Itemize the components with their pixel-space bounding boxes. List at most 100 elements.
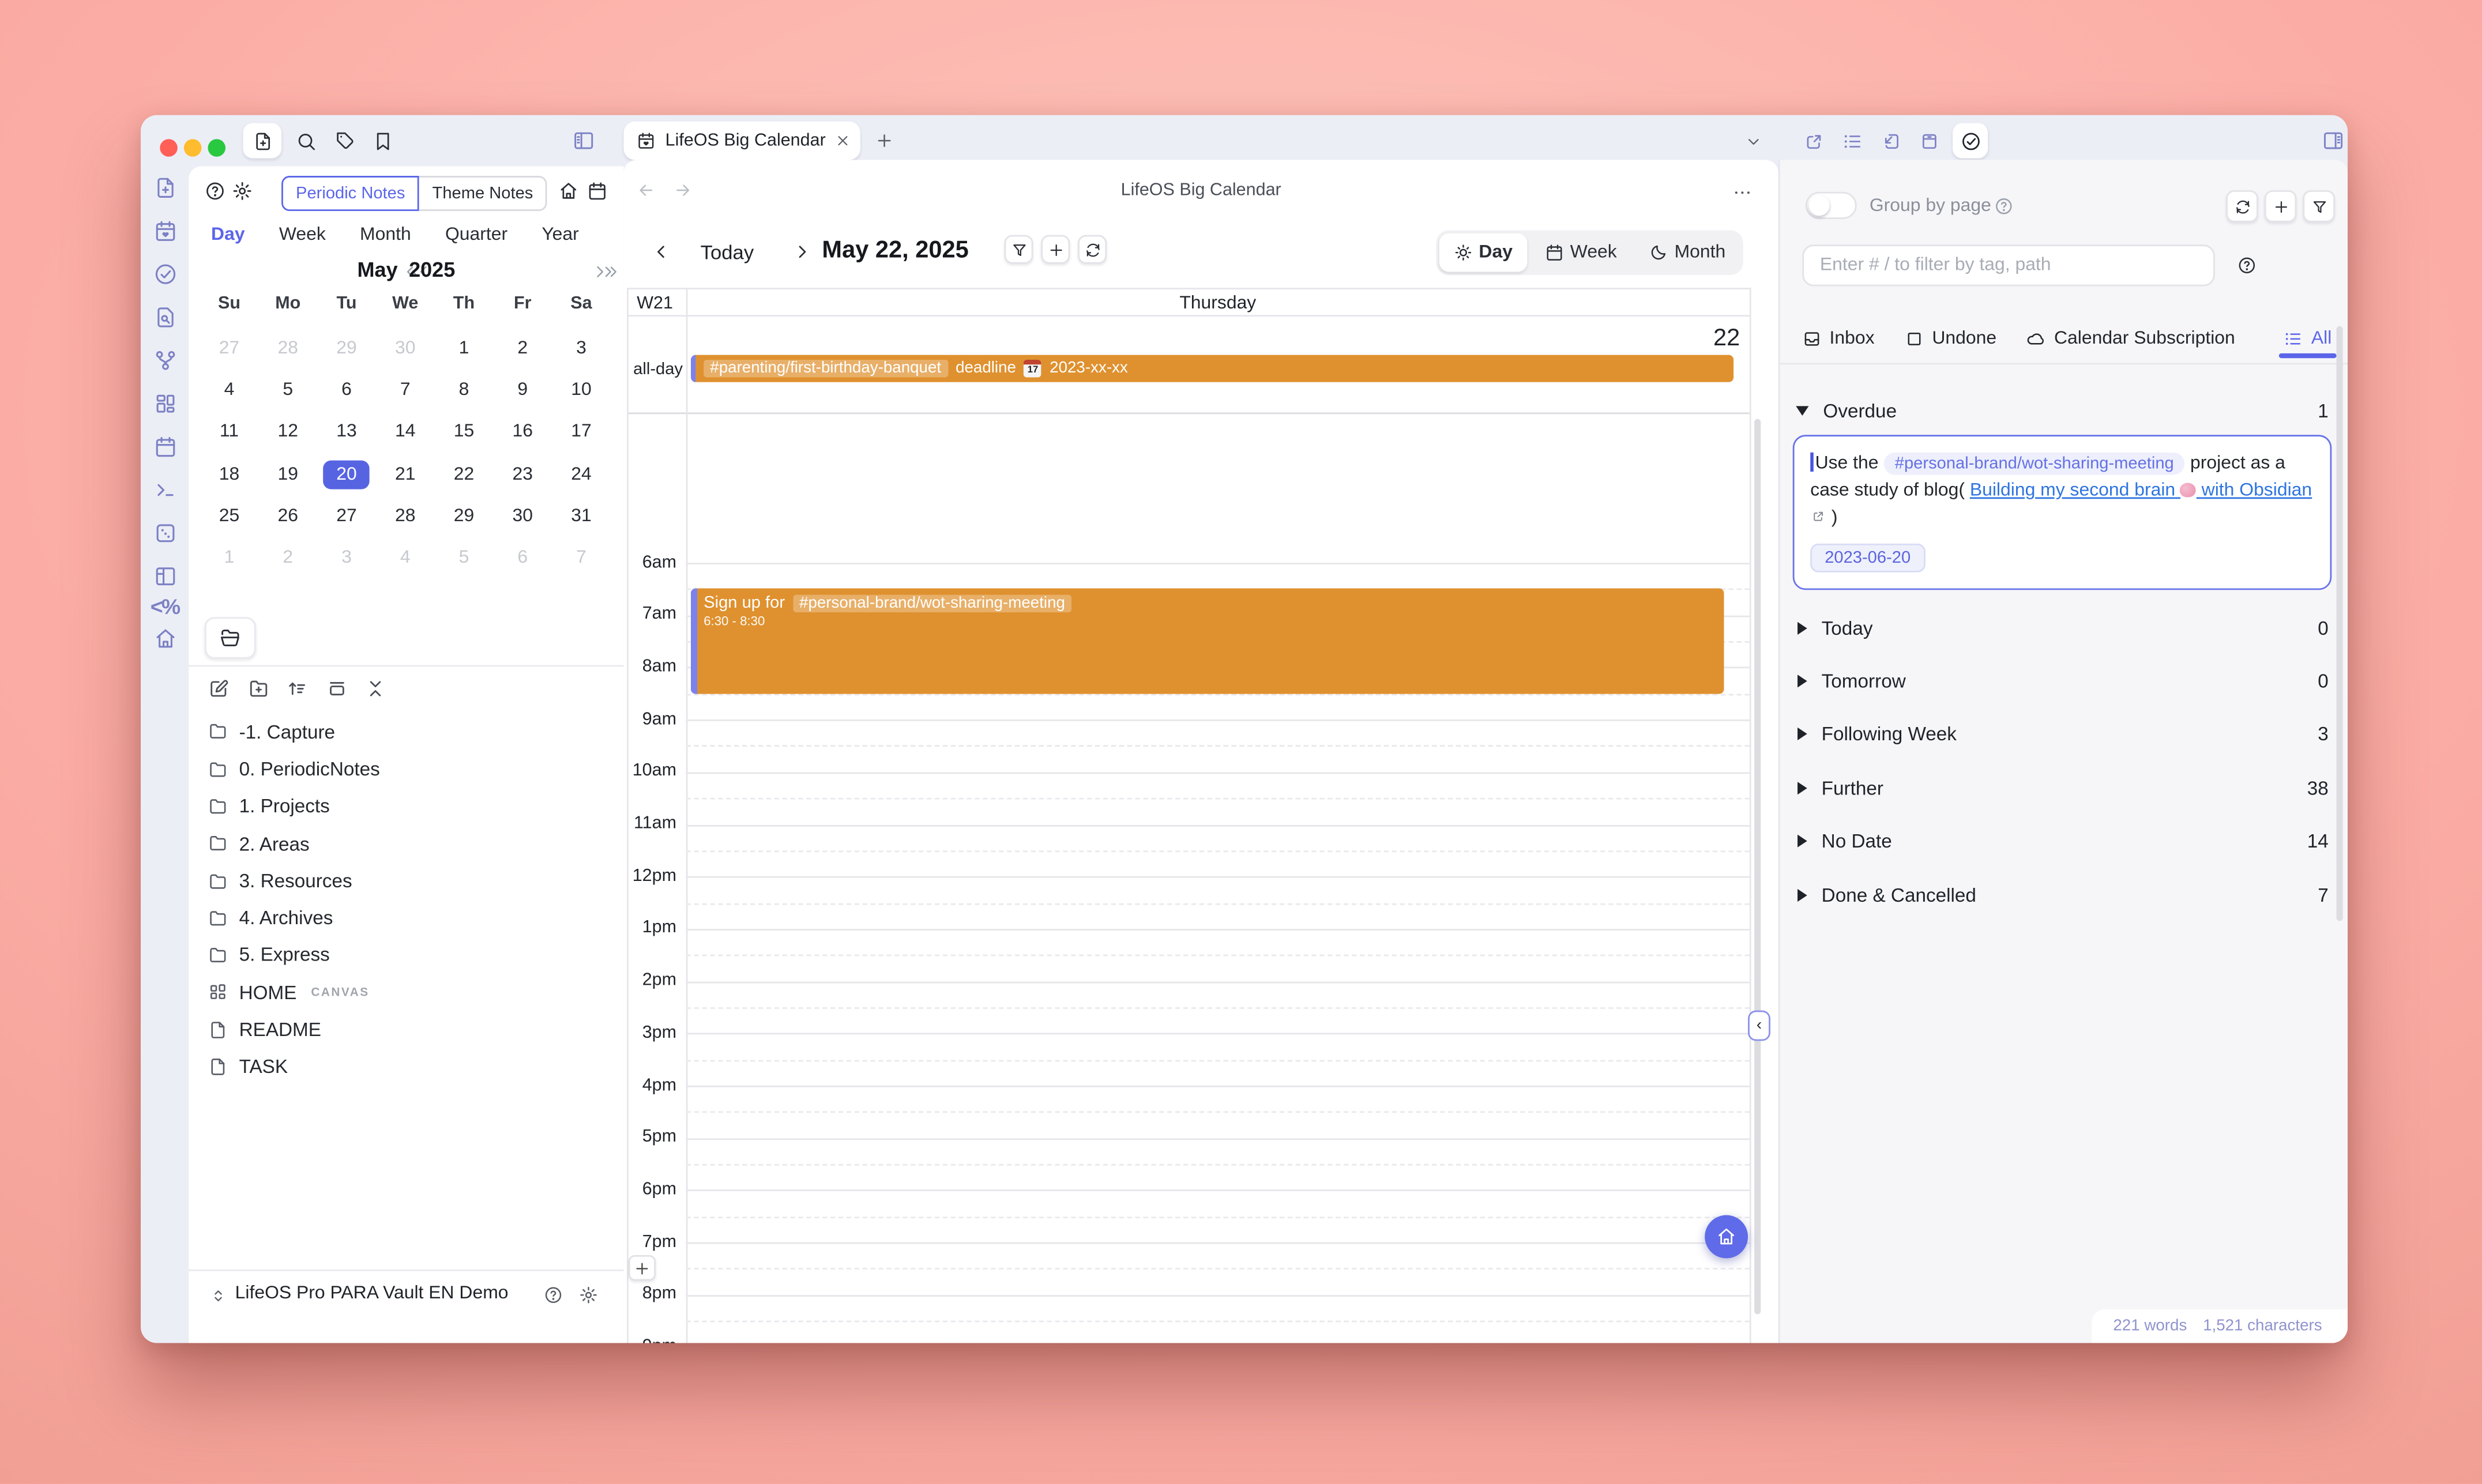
day-cell[interactable]: 28 xyxy=(376,495,435,537)
new-folder-icon[interactable] xyxy=(247,678,268,699)
group-by-help-icon[interactable] xyxy=(1994,197,2013,216)
day-cell[interactable]: 1 xyxy=(200,537,259,579)
day-cell[interactable]: 27 xyxy=(200,328,259,370)
view-day[interactable]: Day xyxy=(1439,233,1527,272)
timed-event[interactable]: Sign up for #personal-brand/wot-sharing-… xyxy=(691,589,1724,694)
task-section-following-week[interactable]: Following Week3 xyxy=(1780,708,2348,762)
file-plus-icon[interactable] xyxy=(153,176,177,200)
today-button[interactable]: Today xyxy=(701,242,754,264)
refresh-button[interactable] xyxy=(1078,235,1107,264)
tab-theme-notes[interactable]: Theme Notes xyxy=(419,176,547,211)
file-item[interactable]: 0. PeriodicNotes xyxy=(208,750,614,788)
add-task-button[interactable] xyxy=(2265,190,2296,222)
home-icon[interactable] xyxy=(558,180,579,201)
day-cell[interactable]: 5 xyxy=(258,370,317,412)
new-note-icon[interactable] xyxy=(208,678,230,699)
collapse-all-icon[interactable] xyxy=(364,678,386,699)
day-cell[interactable]: 23 xyxy=(493,453,552,495)
day-cell[interactable]: 25 xyxy=(200,495,259,537)
filter-tasks-button[interactable] xyxy=(2303,190,2334,222)
calendar-icon[interactable] xyxy=(153,435,177,459)
file-item[interactable]: 3. Resources xyxy=(208,862,614,899)
calendar-heart-icon[interactable] xyxy=(153,219,177,243)
prev-day-icon[interactable] xyxy=(651,242,672,262)
tags-button[interactable] xyxy=(329,126,358,155)
day-cell[interactable]: 26 xyxy=(258,495,317,537)
add-event-button[interactable] xyxy=(1041,235,1070,264)
tab-lifeos-big-calendar[interactable]: LifeOS Big Calendar xyxy=(624,122,860,160)
file-item[interactable]: 4. Archives xyxy=(208,899,614,937)
tab-list-dropdown[interactable] xyxy=(1738,126,1767,155)
period-tab-year[interactable]: Year xyxy=(541,225,578,244)
view-month[interactable]: Month xyxy=(1634,233,1740,272)
allday-event[interactable]: #parenting/first-birthday-banquet deadli… xyxy=(691,355,1733,382)
terminal-icon[interactable] xyxy=(153,478,177,502)
day-cell[interactable]: 2 xyxy=(258,537,317,579)
day-cell[interactable]: 21 xyxy=(376,453,435,495)
day-cell[interactable]: 5 xyxy=(435,537,494,579)
period-tab-day[interactable]: Day xyxy=(211,225,245,244)
check-circle-icon[interactable] xyxy=(153,262,177,287)
day-cell[interactable]: 18 xyxy=(200,453,259,495)
task-section-today[interactable]: Today0 xyxy=(1780,601,2348,655)
task-tag-chip[interactable]: #personal-brand/wot-sharing-meeting xyxy=(1883,453,2185,475)
card-view-icon[interactable] xyxy=(325,678,347,699)
tab-periodic-notes[interactable]: Periodic Notes xyxy=(281,176,419,211)
day-cell[interactable]: 29 xyxy=(435,495,494,537)
day-cell[interactable]: 16 xyxy=(493,412,552,454)
day-cell[interactable]: 22 xyxy=(435,453,494,495)
search-button[interactable] xyxy=(291,126,320,155)
period-tab-month[interactable]: Month xyxy=(360,225,411,244)
day-cell[interactable]: 9 xyxy=(493,370,552,412)
new-tab-button[interactable] xyxy=(870,126,899,155)
file-item[interactable]: 5. Express xyxy=(208,936,614,974)
help-icon[interactable] xyxy=(205,180,225,201)
task-link[interactable]: Building my second brain with Obsidian xyxy=(1970,481,2312,500)
day-cell[interactable]: 3 xyxy=(317,537,376,579)
task-section-done-cancelled[interactable]: Done & Cancelled7 xyxy=(1780,868,2348,922)
vault-settings-icon[interactable] xyxy=(579,1286,598,1305)
day-cell[interactable]: 6 xyxy=(317,370,376,412)
day-cell[interactable]: 7 xyxy=(376,370,435,412)
day-cell[interactable]: 28 xyxy=(258,328,317,370)
file-item[interactable]: HOMECANVAS xyxy=(208,974,614,1011)
blocks-icon[interactable] xyxy=(153,391,177,416)
archive-button[interactable] xyxy=(1915,126,1943,155)
day-cell[interactable]: 10 xyxy=(552,370,611,412)
day-cell[interactable]: 20 xyxy=(317,453,376,495)
day-cell[interactable]: 11 xyxy=(200,412,259,454)
period-tab-quarter[interactable]: Quarter xyxy=(445,225,507,244)
task-tab-calendar-subscription[interactable]: Calendar Subscription xyxy=(2027,329,2235,348)
day-cell[interactable]: 1 xyxy=(435,328,494,370)
file-search-icon[interactable] xyxy=(153,306,177,330)
group-by-page-toggle[interactable] xyxy=(1806,192,1857,219)
refresh-tasks-button[interactable] xyxy=(2226,190,2258,222)
day-cell[interactable]: 14 xyxy=(376,412,435,454)
next-day-icon[interactable] xyxy=(792,242,813,262)
file-item[interactable]: TASK xyxy=(208,1048,614,1086)
day-cell[interactable]: 31 xyxy=(552,495,611,537)
day-cell[interactable]: 6 xyxy=(493,537,552,579)
toggle-left-sidebar-button[interactable] xyxy=(569,126,598,155)
incoming-links-button[interactable] xyxy=(1876,126,1905,155)
more-options-icon[interactable] xyxy=(1732,182,1753,203)
day-cell[interactable]: 29 xyxy=(317,328,376,370)
task-section-no-date[interactable]: No Date14 xyxy=(1780,815,2348,868)
file-explorer-tab[interactable] xyxy=(205,617,256,658)
vault-help-icon[interactable] xyxy=(544,1286,563,1305)
sort-icon[interactable] xyxy=(286,678,307,699)
tasks-view-button[interactable] xyxy=(1953,123,1988,159)
task-section-further[interactable]: Further38 xyxy=(1780,762,2348,815)
day-cell[interactable]: 12 xyxy=(258,412,317,454)
day-cell[interactable]: 24 xyxy=(552,453,611,495)
day-cell[interactable]: 4 xyxy=(376,537,435,579)
bookmarks-button[interactable] xyxy=(368,126,397,155)
day-cell[interactable]: 13 xyxy=(317,412,376,454)
panel-icon[interactable] xyxy=(153,564,177,589)
task-section-tomorrow[interactable]: Tomorrow0 xyxy=(1780,654,2348,708)
zoom-window-button[interactable] xyxy=(208,139,226,157)
day-cell[interactable]: 4 xyxy=(200,370,259,412)
day-cell[interactable]: 8 xyxy=(435,370,494,412)
calendar-scrollbar[interactable] xyxy=(1754,419,1761,1314)
next-year-icon[interactable] xyxy=(596,259,623,284)
